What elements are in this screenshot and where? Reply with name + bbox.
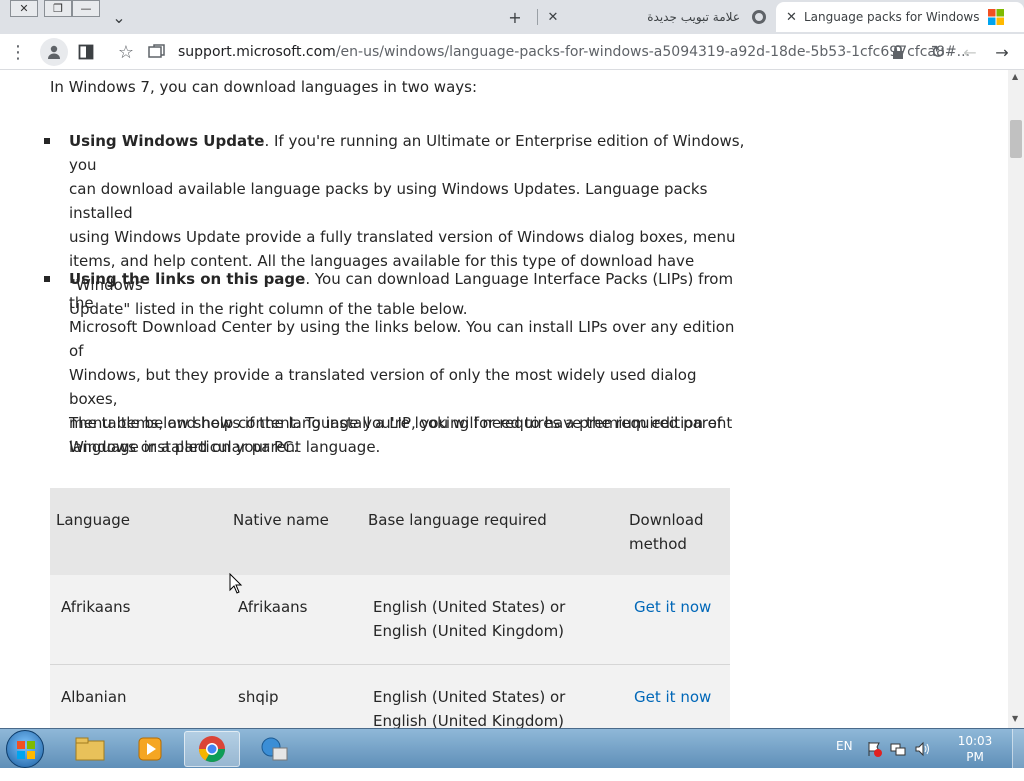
tab-strip: ✕ ❐ — ⌄ + ✕ علامة تبويب جديدة ✕ Language…: [0, 0, 1024, 34]
close-tab-icon[interactable]: ✕: [786, 10, 797, 25]
header-download-method: Download method: [629, 508, 704, 556]
url-path: /en-us/windows/language-packs-for-window…: [335, 44, 970, 60]
bullet-text-line: Microsoft Download Center by using the l…: [69, 318, 735, 360]
header-line: method: [629, 535, 687, 553]
get-it-now-link[interactable]: Get it now: [634, 685, 711, 709]
bullet-title: Using Windows Update: [69, 132, 265, 150]
scroll-up-arrow-icon[interactable]: ▲: [1012, 72, 1018, 81]
cell-native-name: shqip: [238, 688, 279, 706]
volume-icon[interactable]: [914, 741, 930, 757]
media-player-icon: [138, 737, 162, 761]
table-row: Albanian shqip English (United States) o…: [50, 665, 730, 728]
header-language: Language: [56, 511, 131, 529]
bullet-text-line: can download available language packs by…: [69, 180, 708, 222]
chrome-icon: [198, 736, 226, 763]
intro-text: In Windows 7, you can download languages…: [50, 78, 478, 96]
lock-icon[interactable]: [886, 40, 910, 64]
tab-divider: [537, 9, 538, 25]
action-center-flag-icon[interactable]: [866, 741, 882, 757]
tab-language-packs[interactable]: ✕ Language packs for Windows: [776, 2, 1024, 32]
network-tray-icon[interactable]: [890, 741, 906, 757]
bullet-text-line: using Windows Update provide a fully tra…: [69, 228, 736, 246]
forward-arrow-icon[interactable]: →: [990, 40, 1014, 64]
cell-native-name: Afrikaans: [238, 598, 308, 616]
cell-language: Albanian: [61, 688, 127, 706]
media-player-taskbar-button[interactable]: [122, 731, 178, 767]
file-explorer-taskbar-button[interactable]: [62, 731, 118, 767]
bullet-marker: [44, 276, 50, 282]
scroll-down-arrow-icon[interactable]: ▼: [1012, 714, 1018, 723]
side-panel-icon[interactable]: [74, 40, 98, 64]
network-globe-icon: [261, 737, 288, 761]
bookmark-star-icon[interactable]: ☆: [114, 40, 138, 64]
close-tab-icon[interactable]: ✕: [542, 6, 564, 28]
profile-avatar-icon[interactable]: [40, 38, 68, 66]
address-bar-url[interactable]: support.microsoft.com/en-us/windows/lang…: [178, 44, 970, 60]
bullet-text-line: Windows, but they provide a translated v…: [69, 366, 697, 408]
show-desktop-button[interactable]: [1012, 729, 1024, 769]
get-it-now-link[interactable]: Get it now: [634, 595, 711, 619]
minimize-window-icon[interactable]: —: [72, 0, 100, 17]
cell-base-language: English (United States) or English (Unit…: [373, 685, 565, 728]
start-button[interactable]: [6, 730, 44, 768]
bullet-title: Using the links on this page: [69, 270, 306, 288]
url-domain: support.microsoft.com: [178, 44, 336, 60]
cell-language: Afrikaans: [61, 598, 131, 616]
table-note-line: The table below shows if the language yo…: [69, 414, 723, 432]
cell-line: English (United States) or: [373, 598, 566, 616]
tab-title: Language packs for Windows: [804, 10, 980, 24]
chrome-taskbar-button[interactable]: [184, 731, 240, 767]
microsoft-logo-icon: [988, 9, 1004, 25]
windows-logo-icon: [17, 741, 35, 759]
scrollbar-thumb[interactable]: [1010, 120, 1022, 158]
clock-date: 4/26/2022: [948, 766, 1010, 780]
clock-time: 10:03 PM: [957, 734, 993, 764]
site-settings-icon[interactable]: [145, 40, 169, 64]
mouse-cursor-icon: [229, 573, 243, 594]
back-arrow-icon[interactable]: ←: [958, 40, 982, 64]
restore-window-icon[interactable]: ❐: [44, 0, 72, 17]
tab-title: علامة تبويب جديدة: [647, 10, 740, 24]
table-note: The table below shows if the language yo…: [69, 411, 749, 459]
table-note-line: Windows or a particular parent language.: [69, 438, 381, 456]
header-native-name: Native name: [233, 511, 329, 529]
table-header: Language Native name Base language requi…: [50, 488, 730, 575]
cell-line: English (United Kingdom): [373, 712, 565, 728]
taskbar: EN 10:03 PM 4/26/2022: [0, 728, 1024, 780]
tab-search-chevron-icon[interactable]: ⌄: [108, 6, 130, 28]
header-line: Download: [629, 511, 704, 529]
folder-icon: [75, 737, 105, 761]
cell-base-language: English (United States) or English (Unit…: [373, 595, 565, 643]
header-base-language: Base language required: [368, 511, 547, 529]
page-content: In Windows 7, you can download languages…: [0, 70, 1008, 728]
new-tab-plus-icon[interactable]: +: [504, 6, 526, 28]
bullet-marker: [44, 138, 50, 144]
tab-new-tab[interactable]: علامة تبويب جديدة: [600, 2, 774, 32]
cell-line: English (United Kingdom): [373, 622, 565, 640]
language-indicator[interactable]: EN: [836, 739, 853, 753]
table-row: Afrikaans Afrikaans English (United Stat…: [50, 575, 730, 665]
close-window-icon[interactable]: ✕: [10, 0, 38, 17]
reload-icon[interactable]: ↻: [926, 40, 950, 64]
vertical-scrollbar[interactable]: ▲ ▼: [1008, 70, 1024, 728]
browser-toolbar: ⋮ ☆ support.microsoft.com/en-us/windows/…: [0, 34, 1024, 70]
chrome-icon: [752, 10, 766, 24]
network-app-taskbar-button[interactable]: [246, 731, 302, 767]
cell-line: English (United States) or: [373, 688, 566, 706]
menu-dots-icon[interactable]: ⋮: [6, 40, 30, 64]
clock[interactable]: 10:03 PM 4/26/2022: [948, 733, 1010, 781]
